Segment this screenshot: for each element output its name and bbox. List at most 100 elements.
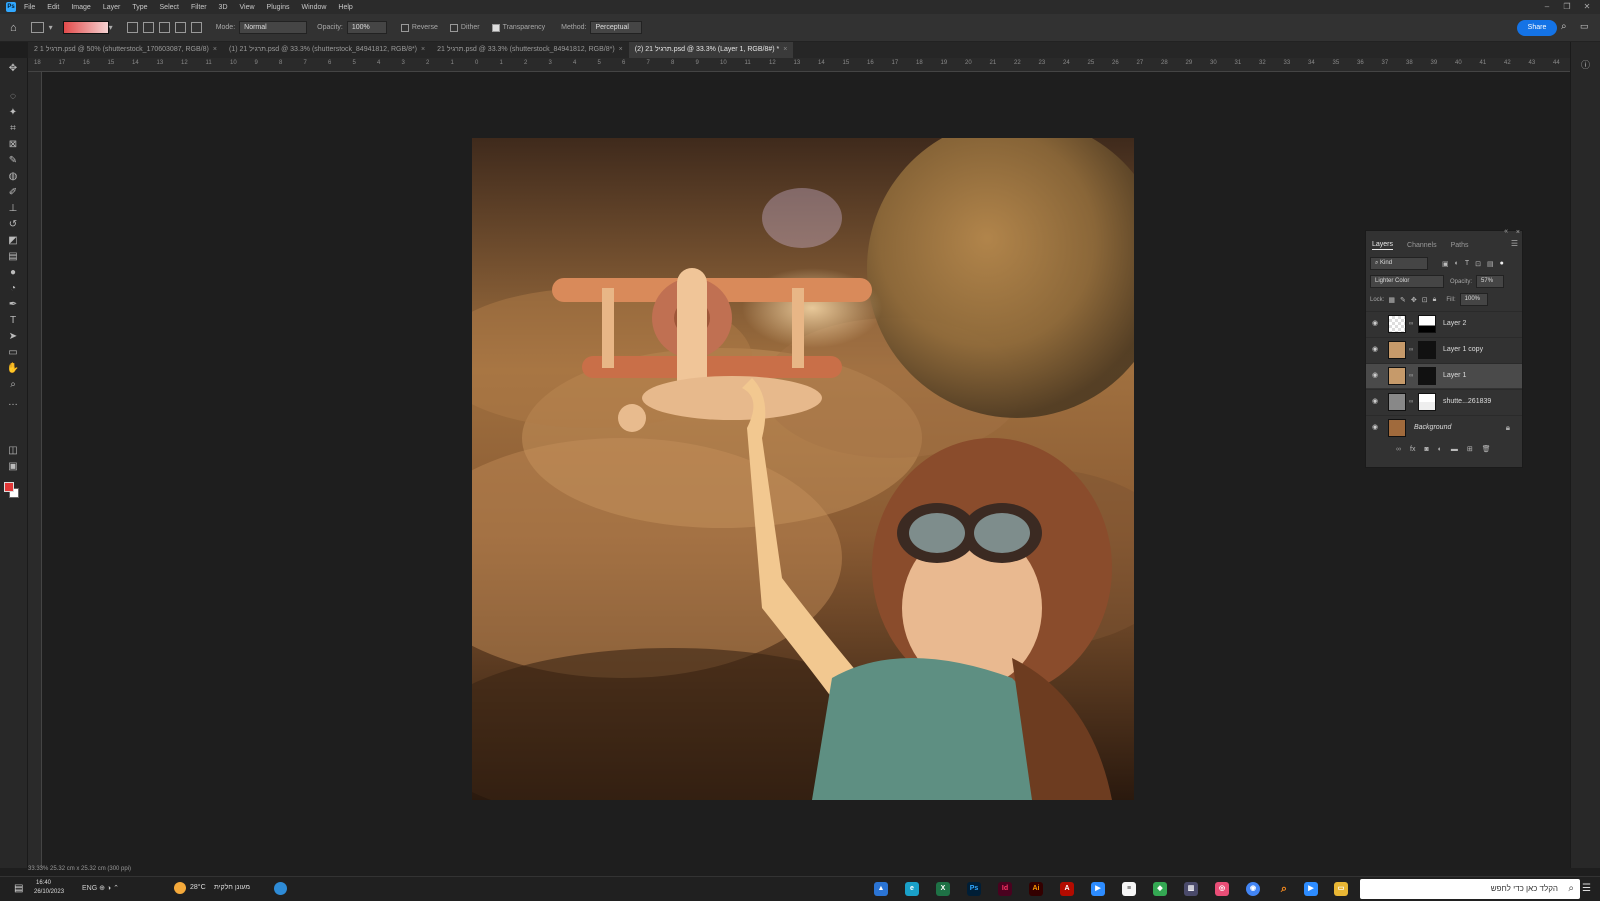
tab-paths[interactable]: Paths	[1451, 242, 1469, 249]
angle-gradient-icon[interactable]	[158, 22, 170, 33]
menu-type[interactable]: Type	[132, 4, 147, 11]
eye-icon[interactable]: ◉	[1372, 398, 1380, 406]
layer-name[interactable]: Layer 1 copy	[1443, 346, 1483, 353]
new-layer-icon[interactable]: ⊞	[1467, 445, 1473, 453]
menu-image[interactable]: Image	[71, 4, 90, 11]
layer-opacity-field[interactable]: 57%	[1476, 275, 1505, 288]
gradient-tool-icon[interactable]: ▤	[6, 250, 20, 264]
zoom-app-icon[interactable]: ▶	[1091, 882, 1105, 896]
eye-icon[interactable]: ◉	[1372, 346, 1380, 354]
illustrator-app-icon[interactable]: Ai	[1029, 882, 1043, 896]
share-button[interactable]: Share	[1517, 20, 1557, 36]
layer-mask-thumbnail[interactable]	[1418, 315, 1436, 333]
photoshop-app-icon[interactable]: Ps	[967, 882, 981, 896]
creative-cloud-app-icon[interactable]: ◎	[1215, 882, 1229, 896]
restore-icon[interactable]: ❐	[1558, 0, 1576, 14]
quick-mask-icon[interactable]: ◫	[6, 444, 20, 458]
dodge-tool-icon[interactable]: ◔	[6, 282, 20, 296]
chevron-down-icon[interactable]: ▾	[49, 23, 53, 32]
layer-mask-thumbnail[interactable]	[1418, 367, 1436, 385]
eye-icon[interactable]: ◉	[1372, 372, 1380, 380]
layer-row[interactable]: ◉ ∞ Layer 1 copy	[1366, 337, 1522, 362]
fx-icon[interactable]: fx	[1410, 446, 1415, 453]
menu-window[interactable]: Window	[302, 4, 327, 11]
close-icon[interactable]: ×	[213, 46, 217, 53]
tool-preset-icon[interactable]	[30, 22, 44, 33]
excel-app-icon[interactable]: X	[936, 882, 950, 896]
lock-pixels-icon[interactable]: ✎	[1400, 296, 1406, 304]
document-tab[interactable]: תרגיל 21.psd @ 33.3% (shutterstock_84941…	[431, 42, 629, 58]
layer-name[interactable]: shutte...261839	[1443, 398, 1491, 405]
document-canvas-image[interactable]	[472, 138, 1134, 800]
menu-edit[interactable]: Edit	[47, 4, 59, 11]
photos-app-icon[interactable]: ▲	[874, 882, 888, 896]
crop-tool-icon[interactable]: ⌗	[6, 122, 20, 136]
weather-icon[interactable]	[174, 882, 186, 894]
type-tool-icon[interactable]: T	[6, 314, 20, 328]
layer-row[interactable]: ◉ ∞ shutte...261839	[1366, 389, 1522, 414]
link-layers-icon[interactable]: ∞	[1396, 446, 1401, 453]
layer-row[interactable]: ◉ Background 🔒︎	[1366, 415, 1522, 440]
reverse-checkbox[interactable]	[400, 23, 409, 32]
zoom-meeting-app-icon[interactable]: ▶	[1304, 882, 1318, 896]
close-icon[interactable]: ×	[1516, 229, 1520, 236]
foreground-color-swatch[interactable]	[4, 482, 14, 492]
fill-field[interactable]: 100%	[1459, 293, 1488, 306]
filter-toggle-icon[interactable]: ●	[1500, 260, 1504, 267]
file-explorer-icon[interactable]: ▭	[1334, 882, 1348, 896]
eye-icon[interactable]: ◉	[1372, 320, 1380, 328]
magic-wand-tool-icon[interactable]: ✦	[6, 106, 20, 120]
menu-plugins[interactable]: Plugins	[267, 4, 290, 11]
transparency-checkbox[interactable]	[491, 23, 500, 32]
close-icon[interactable]: ✕	[1578, 0, 1596, 14]
trash-icon[interactable]: 🗑︎	[1482, 445, 1491, 453]
lock-artboard-icon[interactable]: ⊡	[1422, 296, 1428, 304]
taskbar-search-input[interactable]: הקלד כאן כדי לחפש ⌕	[1360, 879, 1580, 899]
menu-filter[interactable]: Filter	[191, 4, 207, 11]
edge-app-icon[interactable]: e	[905, 882, 919, 896]
minimize-icon[interactable]: –	[1538, 0, 1556, 14]
clock-date[interactable]: 26/10/2023	[34, 889, 64, 895]
mode-select[interactable]: Normal	[239, 21, 308, 34]
lock-position-icon[interactable]: ✥	[1411, 296, 1417, 304]
document-tab[interactable]: תרגיל 21 (1).psd @ 33.3% (shutterstock_8…	[223, 42, 431, 58]
screen-mode-icon[interactable]: ▣	[6, 460, 20, 474]
weather-description[interactable]: מעונן חלקית	[214, 884, 250, 891]
close-icon[interactable]: ×	[619, 46, 623, 53]
move-tool-icon[interactable]: ✥	[6, 62, 20, 76]
clone-stamp-tool-icon[interactable]: ⊥	[6, 202, 20, 216]
folder-icon[interactable]: ▬	[1451, 446, 1458, 453]
link-icon[interactable]: ∞	[1409, 373, 1413, 379]
add-mask-icon[interactable]: ◙	[1424, 446, 1428, 453]
path-selection-tool-icon[interactable]: ➤	[6, 330, 20, 344]
frame-tool-icon[interactable]: ⊠	[6, 138, 20, 152]
pen-tool-icon[interactable]: ✒	[6, 298, 20, 312]
layer-mask-thumbnail[interactable]	[1418, 341, 1436, 359]
layer-name[interactable]: Background	[1414, 424, 1451, 431]
blur-tool-icon[interactable]: ●	[6, 266, 20, 280]
close-icon[interactable]: ×	[783, 46, 787, 53]
link-icon[interactable]: ∞	[1409, 347, 1413, 353]
dither-checkbox[interactable]	[449, 23, 458, 32]
adjustment-layer-icon[interactable]: ◐	[1438, 446, 1442, 453]
pixel-filter-icon[interactable]: ▣	[1442, 260, 1449, 268]
layer-name[interactable]: Layer 1	[1443, 372, 1466, 379]
opacity-field[interactable]: 100%	[346, 21, 387, 34]
zoom-tool-icon[interactable]: ⌕	[6, 378, 20, 392]
search-icon[interactable]: ⌕	[1561, 21, 1567, 32]
hand-tool-icon[interactable]: ✋	[6, 362, 20, 376]
link-icon[interactable]: ∞	[1409, 399, 1413, 405]
menu-file[interactable]: File	[24, 4, 35, 11]
layer-row-selected[interactable]: ◉ ∞ Layer 1	[1366, 363, 1522, 388]
search-app-icon[interactable]: ⌕	[1277, 882, 1291, 896]
method-select[interactable]: Perceptual	[590, 21, 643, 34]
chrome-app-icon[interactable]: ◉	[1246, 882, 1260, 896]
acrobat-app-icon[interactable]: A	[1060, 882, 1074, 896]
eyedropper-tool-icon[interactable]: ✎	[6, 154, 20, 168]
panel-menu-icon[interactable]: ☰	[1511, 239, 1518, 248]
clock-time[interactable]: 16:40	[36, 880, 51, 886]
notification-center-icon[interactable]: ▤	[14, 883, 23, 894]
chevron-down-icon[interactable]: ▾	[109, 23, 113, 32]
document-tab[interactable]: 2 תרגיל 1.psd @ 50% (shutterstock_170603…	[28, 42, 223, 58]
lock-transparent-icon[interactable]: ▦	[1388, 296, 1395, 304]
